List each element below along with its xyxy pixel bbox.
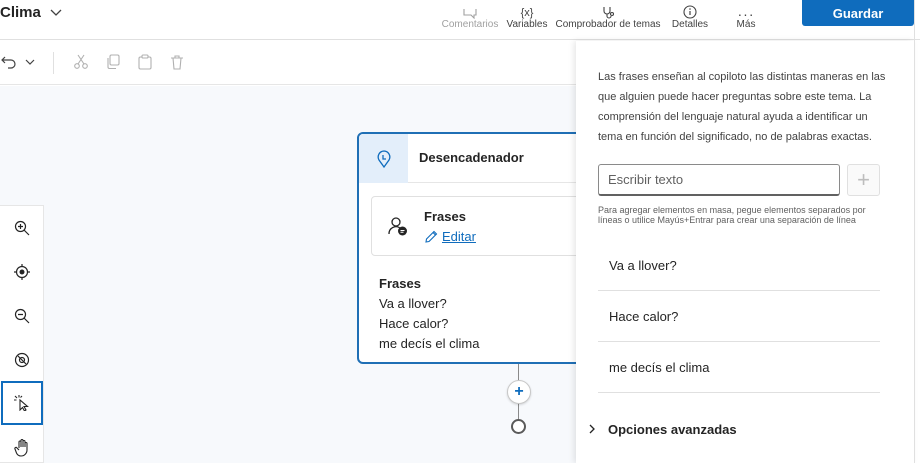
comments-label: Comentarios — [441, 19, 499, 30]
zoom-out-button[interactable] — [0, 294, 44, 338]
details-label: Detalles — [671, 19, 709, 30]
comments-button[interactable]: Comentarios — [440, 0, 500, 30]
bulk-add-hint: Para agregar elementos en masa, pegue el… — [598, 205, 866, 225]
add-node-button[interactable]: + — [507, 380, 531, 404]
topic-checker-label: Comprobador de temas — [555, 19, 661, 30]
trigger-phrase: me decís el clima — [379, 336, 480, 351]
zoom-in-button[interactable] — [0, 206, 44, 250]
recenter-button[interactable] — [0, 250, 44, 294]
app-root: Clima Comentarios {x} Variables Comproba… — [0, 0, 920, 463]
minimap-toggle-button[interactable] — [0, 338, 44, 382]
chevron-down-icon — [50, 9, 62, 16]
phrases-description: Las frases enseñan al copiloto las disti… — [598, 71, 886, 143]
zoom-in-icon — [14, 220, 30, 236]
undo-dropdown-icon[interactable] — [21, 53, 39, 71]
pan-tool-button[interactable] — [0, 426, 44, 463]
trigger-node-header: Desencadenador — [359, 134, 595, 183]
zoom-out-icon — [14, 308, 30, 324]
variables-icon: {x} — [520, 7, 534, 19]
plus-icon: + — [514, 383, 524, 400]
phrases-heading: Frases — [379, 276, 421, 291]
comment-icon — [462, 5, 478, 19]
more-icon: ··· — [737, 6, 755, 22]
advanced-options-toggle[interactable]: Opciones avanzadas — [586, 417, 737, 441]
chevron-right-icon — [589, 424, 595, 434]
zoom-controls — [0, 205, 44, 463]
select-tool-button[interactable] — [1, 381, 43, 425]
topic-checker-button[interactable]: Comprobador de temas — [554, 0, 662, 30]
advanced-options-label: Opciones avanzadas — [608, 421, 737, 437]
end-node — [511, 419, 526, 434]
trigger-phrase: Hace calor? — [379, 316, 449, 331]
edit-toolbar — [0, 41, 576, 85]
hand-icon — [14, 439, 28, 457]
undo-icon[interactable] — [0, 53, 18, 71]
pointer-select-icon — [14, 395, 29, 411]
window-right-edge — [914, 0, 915, 463]
person-chat-icon — [388, 216, 408, 241]
variables-button[interactable]: {x} Variables — [504, 0, 550, 31]
trigger-phrases-list: Frases Va a llover? Hace calor? me decís… — [379, 274, 479, 354]
list-item[interactable]: Va a llover? — [598, 240, 880, 291]
cut-icon[interactable] — [72, 53, 90, 71]
topic-selector[interactable]: Clima — [0, 1, 63, 23]
trigger-title: Desencadenador — [419, 150, 524, 165]
pencil-icon — [425, 230, 438, 243]
more-button[interactable]: ··· Más — [728, 0, 764, 30]
stethoscope-icon — [600, 5, 616, 19]
trigger-node[interactable]: Desencadenador Frases Editar Frases Va a… — [357, 132, 597, 364]
phrases-panel: Las frases enseñan al copiloto las disti… — [576, 41, 914, 463]
info-icon — [682, 5, 698, 19]
delete-icon[interactable] — [168, 53, 186, 71]
add-phrase-button[interactable]: + — [847, 164, 880, 196]
plus-icon: + — [857, 167, 870, 192]
toolbar-divider — [53, 52, 54, 74]
paste-icon[interactable] — [136, 53, 154, 71]
phrases-card[interactable]: Frases Editar — [371, 196, 595, 256]
topic-title: Clima — [0, 3, 41, 21]
copy-icon[interactable] — [104, 53, 122, 71]
list-item[interactable]: Hace calor? — [598, 291, 880, 342]
variables-label: Variables — [506, 19, 548, 30]
more-label: Más — [736, 19, 756, 30]
trigger-icon — [359, 134, 408, 183]
trigger-phrase: Va a llover? — [379, 296, 447, 311]
top-header: Clima Comentarios {x} Variables Comproba… — [0, 0, 920, 40]
phrase-input[interactable] — [598, 164, 840, 196]
phrases-card-label: Frases — [424, 209, 466, 224]
compass-icon — [14, 352, 30, 368]
edit-link-label: Editar — [442, 229, 476, 244]
list-item[interactable]: me decís el clima — [598, 342, 880, 393]
target-icon — [14, 264, 30, 280]
edit-phrases-link[interactable]: Editar — [424, 229, 476, 244]
save-button[interactable]: Guardar — [802, 0, 914, 26]
details-button[interactable]: Detalles — [668, 0, 712, 30]
